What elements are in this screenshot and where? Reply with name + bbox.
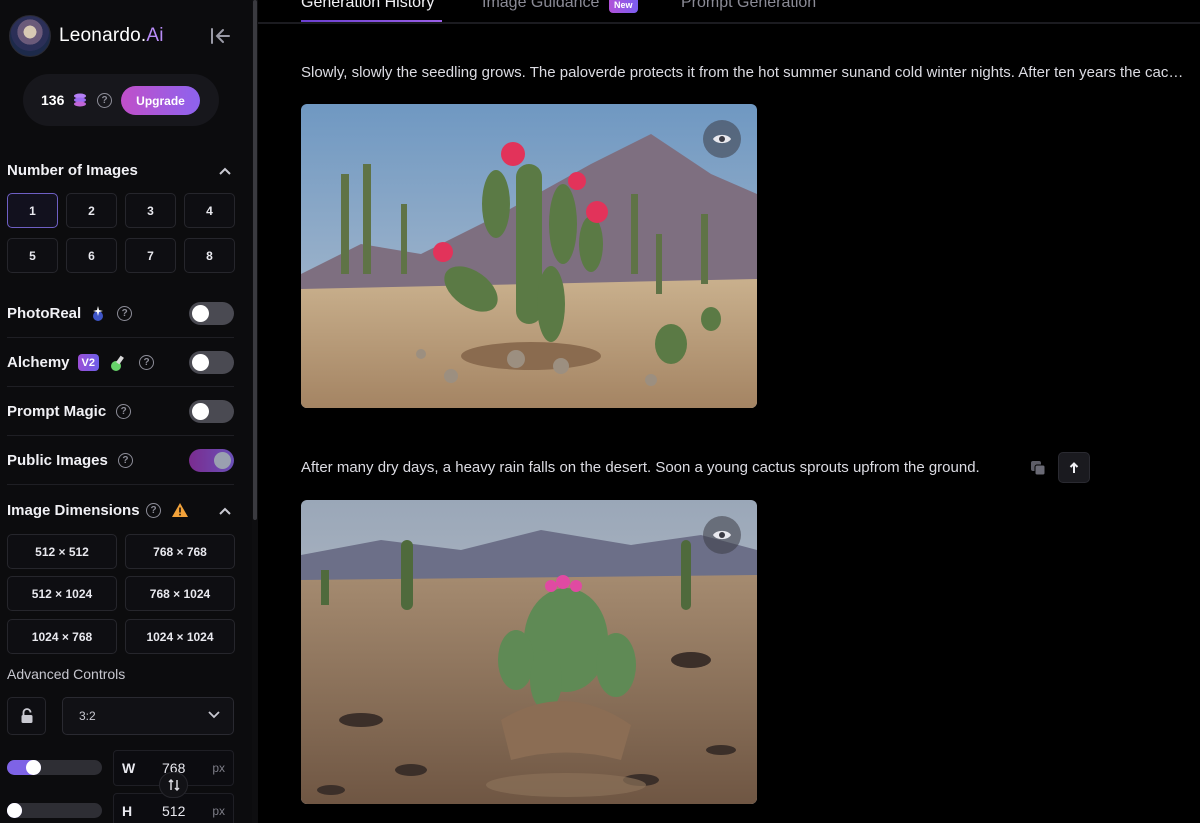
upgrade-button[interactable]: Upgrade [121,86,200,115]
help-icon[interactable]: ? [116,404,132,419]
image-count-5[interactable]: 5 [7,238,58,273]
photoreal-label: PhotoReal [7,305,82,322]
chevron-up-icon[interactable] [217,166,233,176]
avatar [9,15,51,57]
photoreal-row: PhotoReal ? [7,290,234,338]
image-count-3[interactable]: 3 [125,193,176,228]
warning-icon [172,503,188,517]
dimension-1024x1024[interactable]: 1024 × 1024 [125,619,235,654]
advanced-controls-label: Advanced Controls [7,666,126,682]
dimension-512x1024[interactable]: 512 × 1024 [7,576,117,611]
tab-prompt-generation[interactable]: Prompt Generation [681,0,816,12]
eye-icon [713,134,731,144]
sparkle-icon [93,305,104,321]
brand[interactable]: Leonardo.Ai [9,15,164,57]
new-badge: New [609,0,638,13]
generation-prompt: Slowly, slowly the seedling grows. The p… [301,64,1185,81]
cactus-image-2 [301,500,757,804]
alchemy-version-badge: V2 [77,354,99,371]
dimension-1024x768[interactable]: 1024 × 768 [7,619,117,654]
alchemy-label: Alchemy [7,354,70,371]
height-unit: px [212,804,225,818]
upload-button[interactable] [1058,452,1090,483]
public-images-label: Public Images [7,452,108,469]
generated-image[interactable] [301,500,757,804]
dimension-512x512[interactable]: 512 × 512 [7,534,117,569]
help-icon[interactable]: ? [139,355,154,370]
image-count-7[interactable]: 7 [125,238,176,273]
eye-icon [713,530,731,540]
credits-pill: 136 ? Upgrade [23,74,219,126]
image-dimensions-title: Image Dimensions [7,502,140,519]
generated-image[interactable] [301,104,757,408]
prompt-magic-label: Prompt Magic [7,403,107,420]
height-value[interactable]: 512 [162,803,185,819]
dimension-768x768[interactable]: 768 × 768 [125,534,235,569]
sidebar-scrollbar-thumb[interactable] [253,0,257,520]
help-icon[interactable]: ? [146,503,161,518]
image-count-8[interactable]: 8 [184,238,235,273]
public-images-row: Public Images ? [7,437,234,485]
image-count-2[interactable]: 2 [66,193,117,228]
prompt-magic-row: Prompt Magic ? [7,388,234,436]
height-label: H [122,803,133,819]
alchemy-toggle[interactable] [189,351,234,374]
cactus-image-1 [301,104,757,408]
tab-image-guidance[interactable]: Image Guidance [482,0,599,12]
flask-icon [111,355,124,371]
image-count-4[interactable]: 4 [184,193,235,228]
coin-stack-icon [74,93,86,107]
chevron-up-icon[interactable] [217,506,233,516]
image-count-6[interactable]: 6 [66,238,117,273]
tab-generation-history[interactable]: Generation History [301,0,434,12]
arrow-up-icon [1069,461,1079,473]
public-images-toggle[interactable] [189,449,234,472]
dimension-768x1024[interactable]: 768 × 1024 [125,576,235,611]
help-icon[interactable]: ? [117,453,133,468]
lock-icon [21,708,32,723]
swap-icon [167,778,180,792]
number-of-images-title: Number of Images [7,162,138,179]
generation-prompt: After many dry days, a heavy rain falls … [301,459,980,476]
collapse-sidebar-icon[interactable] [209,26,233,46]
chevron-down-icon [208,711,220,719]
sidebar: Leonardo.Ai 136 ? Upgrade Number of Imag… [0,0,252,823]
image-count-1[interactable]: 1 [7,193,58,228]
aspect-ratio-value: 3:2 [79,709,96,723]
prompt-magic-toggle[interactable] [189,400,234,423]
help-icon[interactable]: ? [97,93,112,108]
width-label: W [122,760,136,776]
height-slider-thumb[interactable] [7,803,22,818]
height-slider[interactable] [7,803,102,818]
active-tab-indicator [301,20,442,22]
help-icon[interactable]: ? [117,306,133,321]
brand-name: Leonardo.Ai [59,25,164,46]
view-image-button[interactable] [703,516,741,554]
aspect-lock-button[interactable] [7,697,46,735]
aspect-ratio-select[interactable]: 3:2 [62,697,234,735]
alchemy-row: Alchemy V2 ? [7,339,234,387]
width-slider[interactable] [7,760,102,775]
credits-count: 136 [41,92,65,108]
photoreal-toggle[interactable] [189,302,234,325]
copy-icon[interactable] [1030,460,1046,476]
view-image-button[interactable] [703,120,741,158]
swap-dimensions-button[interactable] [159,772,188,798]
width-slider-thumb[interactable] [26,760,42,775]
width-unit: px [212,761,225,775]
